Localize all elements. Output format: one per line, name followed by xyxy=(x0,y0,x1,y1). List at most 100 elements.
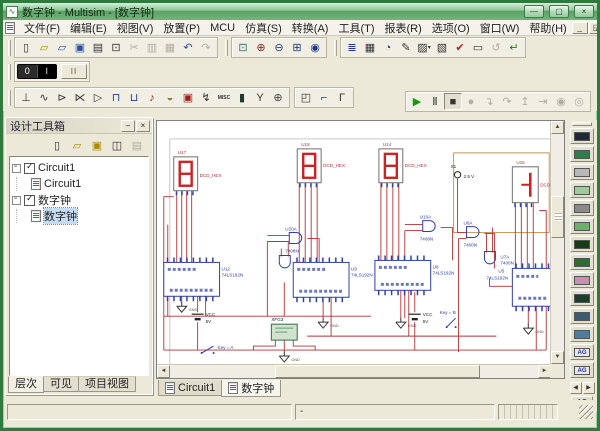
breakpoint-icon[interactable]: ◉ xyxy=(552,93,570,110)
step-over-icon[interactable]: ↷ xyxy=(498,93,516,110)
redo-icon[interactable]: ↷ xyxy=(197,39,215,56)
horizontal-sc rollbar[interactable]: ◄ ► xyxy=(157,364,551,378)
checkbox-icon[interactable] xyxy=(24,193,35,206)
collapse-icon[interactable] xyxy=(12,193,21,205)
open-icon[interactable]: ▱ xyxy=(35,39,53,56)
menu-options[interactable]: 选项(O) xyxy=(427,19,475,37)
nand-gate[interactable] xyxy=(278,254,291,269)
schematic-workspace[interactable]: U17 DCD_HEX U18 DCD_HEX U14 DCD_HEX U15 … xyxy=(156,120,565,379)
toolbar-grip[interactable] xyxy=(334,39,337,56)
oscilloscope-icon[interactable] xyxy=(570,182,594,198)
cmos-icon[interactable]: ⊔ xyxy=(125,89,143,106)
counter-ic[interactable]: U8 74LS192N xyxy=(374,255,454,296)
new-icon[interactable]: ▯ xyxy=(17,39,35,56)
seven-segment-display[interactable]: U18 DCD_HEX xyxy=(296,142,345,188)
seven-segment-display[interactable]: U14 DCD_HEX xyxy=(378,142,427,188)
print-icon[interactable]: ▤ xyxy=(89,39,107,56)
pause-switch-button[interactable]: II xyxy=(61,64,87,79)
tab-project-view[interactable]: 项目视图 xyxy=(78,376,136,392)
design-toolbox-icon[interactable]: ≣ xyxy=(343,39,361,56)
schematic-canvas[interactable]: U17 DCD_HEX U18 DCD_HEX U14 DCD_HEX U15 … xyxy=(157,121,551,364)
menu-simulate[interactable]: 仿真(S) xyxy=(240,19,287,37)
counter-ic[interactable]: U9 74LS192N xyxy=(292,257,373,303)
paste-icon[interactable]: ▦ xyxy=(161,39,179,56)
capture-area-icon[interactable]: ▭ xyxy=(469,39,487,56)
stop-icon[interactable]: ■ xyxy=(444,93,462,110)
doc-tab-circuit1[interactable]: Circuit1 xyxy=(158,380,223,396)
voltage-probe[interactable]: X1 2.5 V xyxy=(451,164,476,179)
tree-item-digital-clock-root[interactable]: 数字钟 xyxy=(12,192,146,208)
doc-tab-digital-clock[interactable]: 数字钟 xyxy=(221,380,282,397)
rf-icon[interactable]: Y xyxy=(251,89,269,106)
menu-mcu[interactable]: MCU xyxy=(205,21,240,35)
horizontal-scroll-thumb[interactable] xyxy=(275,365,480,378)
nand-gate[interactable]: U6A 7400N xyxy=(464,221,480,248)
zoom-fit-icon[interactable]: ⊞ xyxy=(288,39,306,56)
logic-analyzer-icon[interactable] xyxy=(570,272,594,288)
multimeter-icon[interactable] xyxy=(570,128,594,144)
basic-icon[interactable]: ∿ xyxy=(35,89,53,106)
run-icon[interactable]: ▶ xyxy=(408,93,426,110)
agilent-function-generator-icon[interactable]: AG xyxy=(570,344,594,360)
mcu-module-icon[interactable]: ◰ xyxy=(297,89,315,106)
bode-plotter-icon[interactable] xyxy=(570,218,594,234)
save-icon[interactable]: ▣ xyxy=(71,39,89,56)
menu-window[interactable]: 窗口(W) xyxy=(475,19,525,37)
child-minimize-button[interactable]: _ xyxy=(571,21,588,34)
child-window-icon[interactable] xyxy=(5,21,15,34)
zoom-in-icon[interactable]: ⊕ xyxy=(252,39,270,56)
panel-close-button[interactable]: × xyxy=(136,119,150,132)
instruments-scroll-right-button[interactable]: ▶ xyxy=(582,382,595,394)
print-design-icon[interactable]: ▤ xyxy=(128,137,146,154)
run-stop-switch[interactable]: 0 I xyxy=(17,64,57,79)
print-preview-icon[interactable]: ⊡ xyxy=(107,39,125,56)
bus-icon[interactable]: Γ xyxy=(333,89,351,106)
open-design-icon[interactable]: ▱ xyxy=(68,137,86,154)
transfer-icon[interactable]: ↺ xyxy=(487,39,505,56)
ttl-icon[interactable]: ⊓ xyxy=(107,89,125,106)
spreadsheet-view-icon[interactable]: ▦ xyxy=(361,39,379,56)
record-icon[interactable]: ● xyxy=(462,93,480,110)
panel-minimize-button[interactable]: – xyxy=(121,119,135,132)
toolbar-handle[interactable] xyxy=(572,122,592,126)
minimize-button[interactable]: — xyxy=(524,5,544,18)
vertical-scroll-thumb[interactable] xyxy=(551,196,564,238)
menu-view[interactable]: 视图(V) xyxy=(112,19,159,37)
iv-analyzer-icon[interactable] xyxy=(570,308,594,324)
seven-segment-display[interactable]: U17 DCD_HEX xyxy=(173,150,222,196)
logic-converter-icon[interactable] xyxy=(570,290,594,306)
cut-icon[interactable]: ✂ xyxy=(125,39,143,56)
zoom-out-icon[interactable]: ⊖ xyxy=(270,39,288,56)
counter-ic[interactable]: U5 74LS192N xyxy=(486,263,551,312)
new-design-icon[interactable]: ▯ xyxy=(48,137,66,154)
step-into-icon[interactable]: ↴ xyxy=(480,93,498,110)
mixed-icon[interactable]: ◒ xyxy=(161,89,179,106)
save-design-icon[interactable]: ▣ xyxy=(88,137,106,154)
source-icon[interactable]: ⊥ xyxy=(17,89,35,106)
diode-icon[interactable]: ⊳ xyxy=(53,89,71,106)
seven-segment-display[interactable]: U15 DCD_HEX xyxy=(511,160,551,208)
grapher-icon[interactable]: ▨ ▾ xyxy=(415,39,433,56)
zoom-area-icon[interactable]: ⊡ xyxy=(234,39,252,56)
menu-edit[interactable]: 编辑(E) xyxy=(65,19,112,37)
design-toolbox-titlebar[interactable]: 设计工具箱 – × xyxy=(6,118,152,134)
collapse-icon[interactable] xyxy=(12,161,21,173)
advanced-peripherals-icon[interactable]: ▮ xyxy=(233,89,251,106)
run-to-cursor-icon[interactable]: ⇥ xyxy=(534,93,552,110)
menu-reports[interactable]: 报表(R) xyxy=(380,19,427,37)
indicator-icon[interactable]: ▣ xyxy=(179,89,197,106)
menu-transfer[interactable]: 转换(A) xyxy=(287,19,334,37)
power-icon[interactable]: ↯ xyxy=(197,89,215,106)
scroll-left-button[interactable]: ◄ xyxy=(157,365,170,378)
toolbar-grip[interactable] xyxy=(8,89,11,106)
menu-place[interactable]: 放置(P) xyxy=(158,19,205,37)
menu-tools[interactable]: 工具(T) xyxy=(333,19,379,37)
tab-visibility[interactable]: 可见 xyxy=(43,376,79,392)
misc-icon[interactable]: MISC xyxy=(215,89,233,106)
four-channel-oscilloscope-icon[interactable] xyxy=(570,200,594,216)
menu-help[interactable]: 帮助(H) xyxy=(524,19,571,37)
distortion-analyzer-icon[interactable] xyxy=(570,326,594,342)
component-wizard-icon[interactable]: ✎ xyxy=(397,39,415,56)
analog-icon[interactable]: ▷ xyxy=(89,89,107,106)
remove-breakpoint-icon[interactable]: ◎ xyxy=(570,93,588,110)
